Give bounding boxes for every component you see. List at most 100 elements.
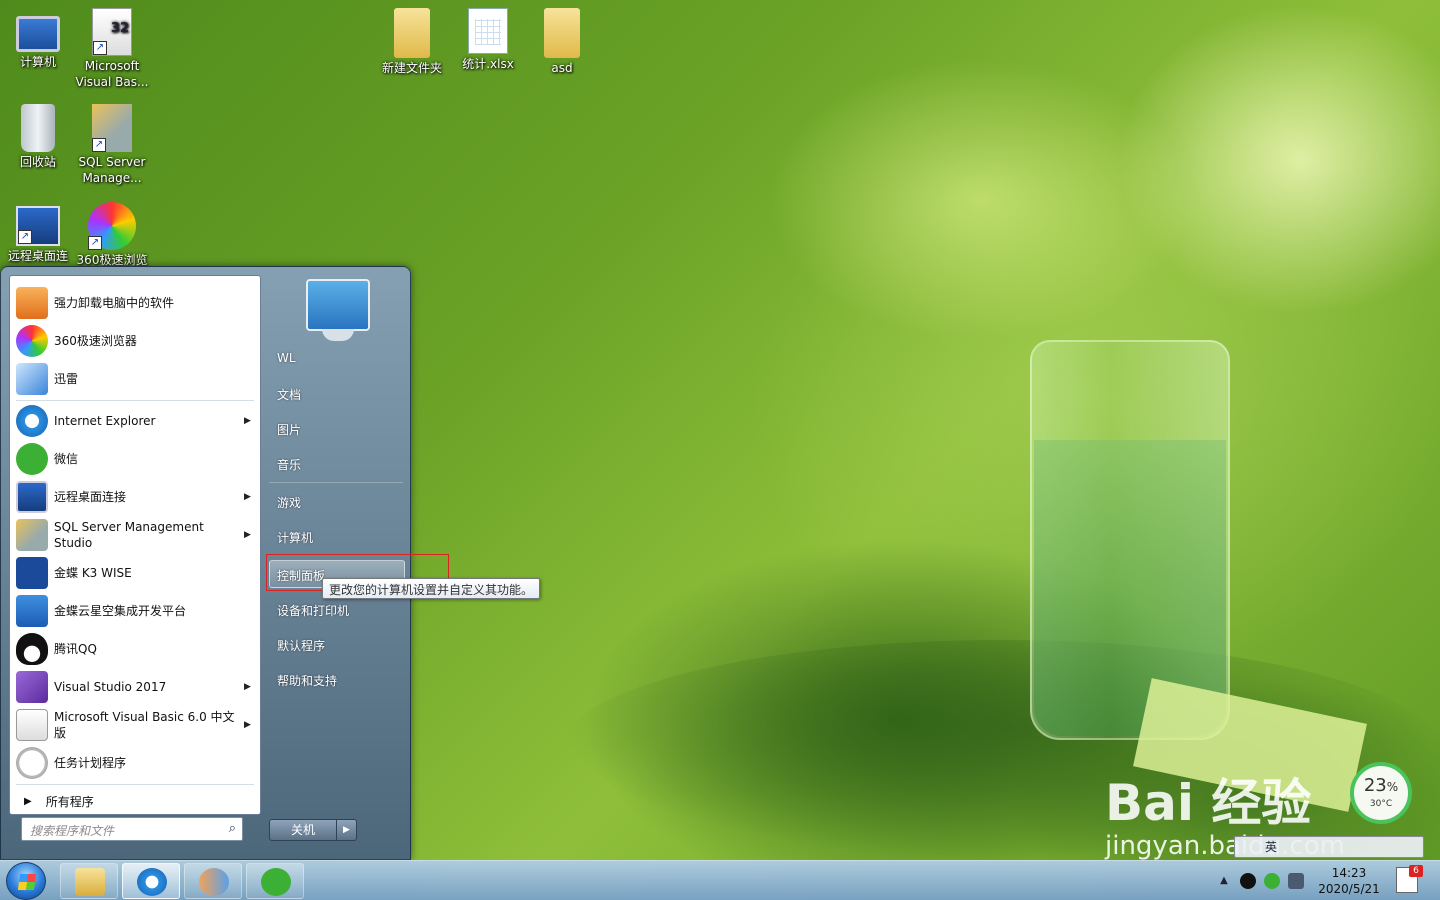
clock-time: 14:23 [1331,866,1367,880]
shutdown-button[interactable]: 关机 [269,819,337,841]
desktop-icon-xlsx[interactable]: 统计.xlsx [450,8,526,72]
remote-desktop-icon: ↗ [16,206,60,246]
baidu-watermark: Bai 经验 [1105,774,1312,832]
browser-360-icon [16,325,48,357]
program-label: 强力卸载电脑中的软件 [54,296,175,310]
program-label: 金蝶云星空集成开发平台 [54,604,187,618]
user-avatar[interactable] [306,279,370,341]
start-menu-programs-pane: 强力卸载电脑中的软件 360极速浏览器 迅雷 Internet Explorer… [9,275,261,815]
recycle-bin-icon [21,104,55,152]
program-label: SQL Server Management Studio [54,520,204,550]
program-separator [16,784,254,785]
sql-server-icon: ↗ [92,104,132,152]
program-label: 360极速浏览器 [54,334,137,348]
show-hidden-icon[interactable]: ▲ [1216,873,1232,889]
right-item-documents[interactable]: 文档 [277,386,301,403]
right-item-music[interactable]: 音乐 [277,456,301,473]
network-icon[interactable] [1288,873,1304,889]
taskbar-explorer[interactable] [60,863,118,899]
program-separator [16,400,254,401]
vb6-icon [16,709,48,741]
wechat-icon[interactable] [1264,873,1280,889]
taskbar: ▲ 14:23 2020/5/21 [0,860,1440,900]
program-item-k3-wise[interactable]: 金蝶 K3 WISE [12,554,258,592]
desktop-icon-label: 计算机 [19,55,56,69]
right-item-default-programs[interactable]: 默认程序 [277,637,325,654]
program-item-task-scheduler[interactable]: 任务计划程序 [12,744,258,782]
desktop-icon-recycle-bin[interactable]: 回收站 [0,104,76,170]
thunder-icon [16,363,48,395]
program-item-vb6[interactable]: Microsoft Visual Basic 6.0 中文版 ▶ [12,706,258,744]
taskbar-users[interactable] [184,863,242,899]
program-label: 远程桌面连接 [54,490,127,504]
program-item-internet-explorer[interactable]: Internet Explorer ▶ [12,402,258,440]
start-menu: 强力卸载电脑中的软件 360极速浏览器 迅雷 Internet Explorer… [0,266,541,860]
desktop-icon-360-browser[interactable]: ↗ 360极速浏览 [74,202,150,268]
desktop-icon-remote-desktop[interactable]: ↗ 远程桌面连 [0,202,76,264]
desktop-icon-computer[interactable]: 计算机 [0,8,76,70]
desktop-icon-label: 统计.xlsx [462,57,514,71]
wechat-icon [261,868,291,896]
program-item-sql-server[interactable]: SQL Server Management Studio ▶ [12,516,258,554]
ime-toolbar[interactable]: 英 [1234,836,1424,858]
qq-icon[interactable] [1240,873,1256,889]
all-programs-button[interactable]: ▶ 所有程序 [12,786,258,816]
program-item-qq[interactable]: 腾讯QQ [12,630,258,668]
submenu-arrow-icon: ▶ [244,682,251,692]
program-item-uninstaller[interactable]: 强力卸载电脑中的软件 [12,284,258,322]
k3-icon [16,557,48,589]
program-item-wechat[interactable]: 微信 [12,440,258,478]
program-item-kingdee-cloud[interactable]: 金蝶云星空集成开发平台 [12,592,258,630]
taskbar-ie[interactable] [122,863,180,899]
folder-icon [544,8,580,58]
program-label: 任务计划程序 [54,756,127,770]
program-item-visual-studio[interactable]: Visual Studio 2017 ▶ [12,668,258,706]
sql-server-icon [16,519,48,551]
computer-icon [16,16,60,52]
ie-icon [137,868,167,896]
desktop-icon-sql-server[interactable]: ↗ SQL Server Manage... [74,104,150,186]
right-item-user[interactable]: WL [277,351,296,365]
folder-icon [394,8,430,58]
qq-icon [16,633,48,665]
program-item-360-browser[interactable]: 360极速浏览器 [12,322,258,360]
right-item-devices-printers[interactable]: 设备和打印机 [277,602,349,619]
visual-studio-icon [16,671,48,703]
program-item-remote-desktop[interactable]: 远程桌面连接 ▶ [12,478,258,516]
program-label: Visual Studio 2017 [54,680,167,694]
right-item-help-support[interactable]: 帮助和支持 [277,672,337,689]
submenu-arrow-icon: ▶ [244,720,251,730]
submenu-arrow-icon: ▶ [244,530,251,540]
shutdown-options-arrow-icon[interactable]: ▶ [337,819,357,841]
desktop-icon-vb6[interactable]: 32 ↗ Microsoft Visual Bas... [74,8,150,90]
cpu-usage-gauge[interactable]: 23% 30°C [1350,762,1412,824]
control-panel-tooltip: 更改您的计算机设置并自定义其功能。 [322,578,541,599]
desktop-icon-label: 回收站 [19,155,56,169]
program-label: Microsoft Visual Basic 6.0 中文版 [54,710,235,740]
kingdee-cloud-icon [16,595,48,627]
right-item-computer[interactable]: 计算机 [277,529,313,546]
program-label: 迅雷 [54,372,79,386]
program-item-thunder[interactable]: 迅雷 [12,360,258,398]
system-clock[interactable]: 14:23 2020/5/21 [1316,865,1382,897]
start-button[interactable] [6,862,46,900]
users-icon [199,868,229,896]
program-label: 腾讯QQ [54,642,97,656]
right-item-games[interactable]: 游戏 [277,494,301,511]
ime-mode-label[interactable]: 英 [1265,840,1277,854]
program-label: Internet Explorer [54,414,156,428]
cpu-percent: 23% [1363,775,1399,796]
remote-desktop-icon [16,481,48,513]
right-item-pictures[interactable]: 图片 [277,421,301,438]
temperature-readout: 30°C [1369,799,1393,809]
desktop-icon-label: SQL Server Manage... [78,155,146,185]
start-search-input[interactable]: 搜索程序和文件 ⌕ [21,817,243,841]
ie-icon [16,405,48,437]
desktop-icon-new-folder[interactable]: 新建文件夹 [374,8,450,76]
search-icon[interactable]: ⌕ [229,821,236,836]
taskbar-wechat[interactable] [246,863,304,899]
desktop-icon-asd-folder[interactable]: asd [524,8,600,76]
chevron-right-icon: ▶ [24,795,32,807]
wechat-icon [16,443,48,475]
all-programs-label: 所有程序 [45,794,94,809]
